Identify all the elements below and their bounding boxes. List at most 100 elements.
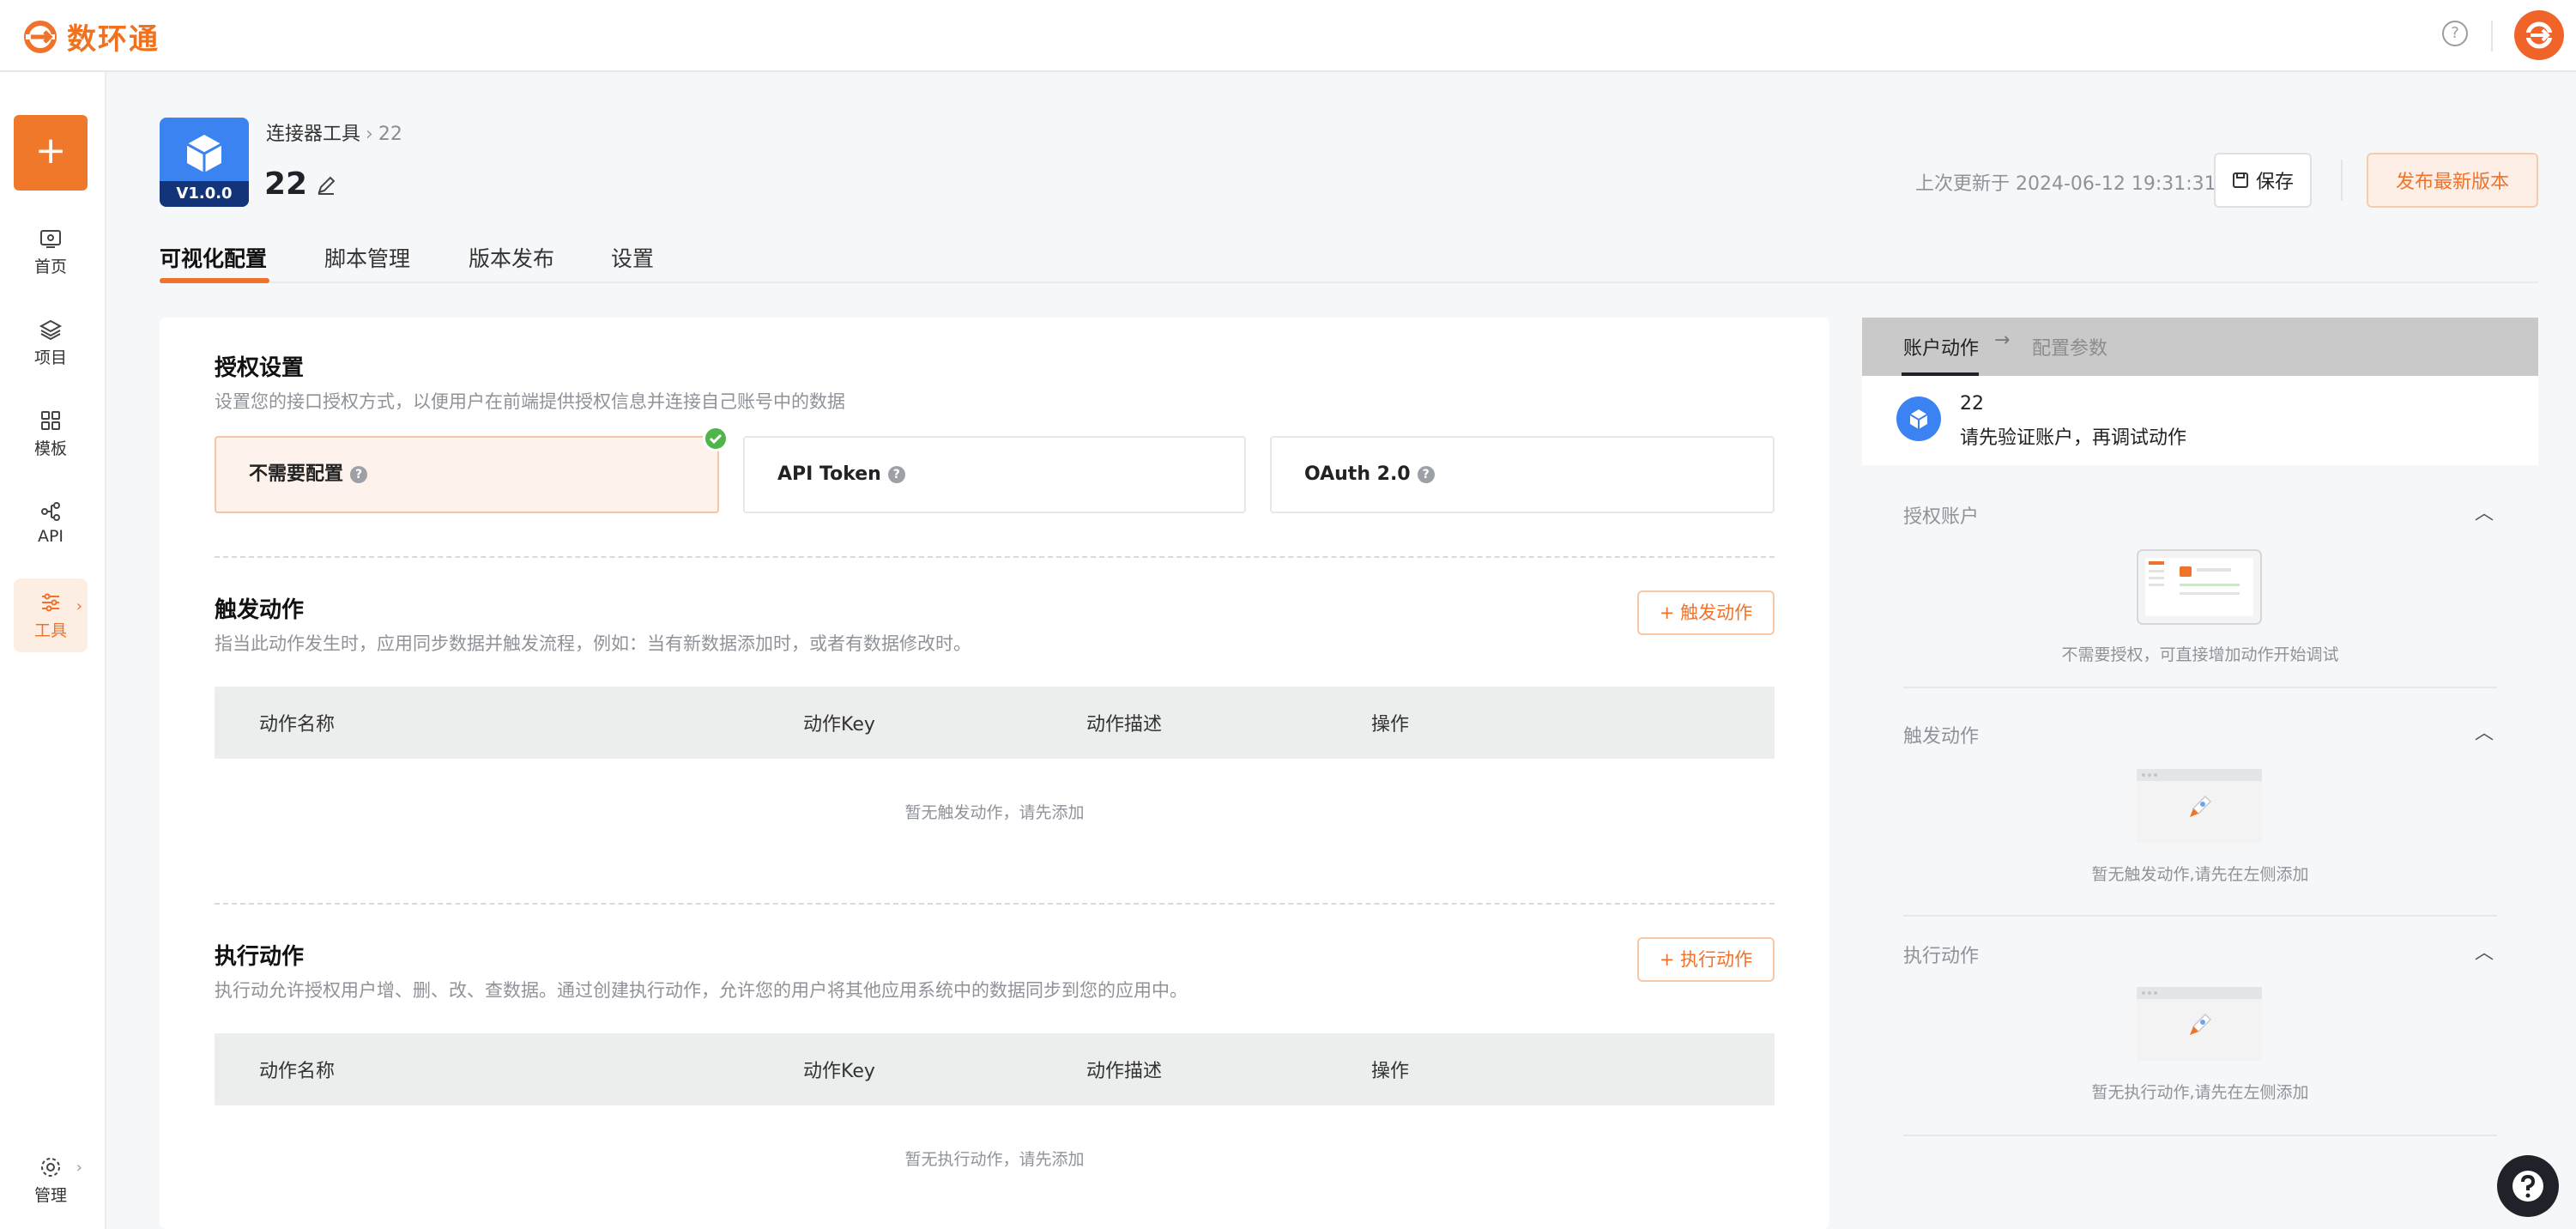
section-divider (1903, 915, 2497, 917)
auth-section-title: 授权设置 (215, 355, 305, 381)
sidebar-item-label: 模板 (33, 439, 67, 458)
gear-icon (41, 1158, 60, 1177)
trigger-panel-empty-text: 暂无触发动作,请先在左侧添加 (2091, 865, 2309, 884)
sidebar-item-templates[interactable]: 模板 (14, 397, 88, 470)
sidebar-item-label: 项目 (33, 348, 67, 367)
grid-icon (41, 411, 60, 430)
sidebar-item-label: API (37, 527, 64, 546)
sidebar-item-admin[interactable]: 管理 › (14, 1150, 88, 1219)
action-table-header: 动作名称 动作Key 动作描述 操作 (215, 1033, 1775, 1105)
trigger-section-desc: 指当此动作发生时，应用同步数据并触发流程，例如：当有新数据添加时，或者有数据修改… (215, 633, 971, 654)
section-divider (1903, 1135, 2497, 1136)
logo-text: 数环通 (67, 22, 160, 57)
auth-option-label: OAuth 2.0 (1304, 463, 1411, 485)
section-divider (215, 556, 1775, 558)
sidebar-item-label: 工具 (33, 621, 67, 640)
top-bar: 数环通 ? (0, 0, 2576, 72)
column-header: 操作 (1371, 1061, 1410, 1082)
column-header: 动作描述 (1086, 714, 1163, 736)
sidebar-item-label: 管理 (33, 1186, 67, 1205)
column-header: 动作描述 (1086, 1061, 1163, 1082)
action-section-title: 执行动作 (215, 944, 305, 970)
sidebar-item-api[interactable]: API (14, 487, 88, 561)
tab-visual-config[interactable]: 可视化配置 (160, 242, 267, 273)
add-action-button[interactable]: + 执行动作 (1637, 937, 1775, 982)
divider (2491, 21, 2493, 51)
arrow-right-icon: → (1994, 330, 2011, 351)
action-empty-text: 暂无执行动作，请先添加 (904, 1150, 1085, 1169)
rocket-illustration (2137, 769, 2262, 843)
column-header: 动作名称 (259, 1061, 336, 1082)
rocket-illustration (2137, 987, 2262, 1061)
auth-option-label: 不需要配置 (249, 463, 344, 485)
tab-config-params[interactable]: 配置参数 (2032, 333, 2107, 360)
breadcrumb-current: 22 (378, 124, 402, 145)
section-divider (1903, 687, 2497, 688)
chevron-right-icon: › (76, 1159, 82, 1177)
tab-bar: 可视化配置 脚本管理 版本发布 设置 (160, 240, 2538, 283)
page-title: 22 (264, 166, 308, 202)
avatar-logo-icon (2525, 21, 2553, 49)
edit-icon[interactable] (314, 173, 338, 197)
cube-icon (1909, 409, 1928, 429)
breadcrumb-separator: › (366, 124, 373, 145)
logo-icon (24, 20, 57, 53)
status-message: 请先验证账户，再调试动作 (1960, 427, 2187, 449)
sliders-icon (42, 593, 59, 612)
auth-option-api-token[interactable]: API Token? (743, 436, 1246, 513)
connector-avatar (1896, 397, 1941, 441)
help-icon[interactable]: ? (887, 466, 905, 483)
save-label: 保存 (2255, 172, 2294, 193)
debug-panel-tabs: 账户动作 → 配置参数 (1862, 318, 2538, 376)
add-trigger-button[interactable]: + 触发动作 (1637, 590, 1775, 635)
tab-script-management[interactable]: 脚本管理 (324, 242, 410, 273)
column-header: 操作 (1371, 714, 1410, 736)
active-tab-indicator (160, 278, 269, 283)
action-panel-empty-text: 暂无执行动作,请先在左侧添加 (2091, 1083, 2309, 1102)
section-title-trigger: 触发动作 (1903, 726, 1980, 748)
app-logo[interactable]: 数环通 (22, 15, 160, 58)
help-icon[interactable]: ? (2442, 21, 2468, 46)
chevron-up-icon[interactable]: ︿ (2475, 498, 2494, 525)
section-title-action: 执行动作 (1903, 946, 1980, 967)
column-header: 动作Key (803, 714, 875, 736)
chevron-up-icon[interactable]: ︿ (2475, 937, 2494, 965)
last-updated-text: 上次更新于 2024-06-12 19:31:31 (1915, 173, 2216, 195)
help-icon[interactable]: ? (1417, 466, 1435, 483)
sidebar-item-label: 首页 (33, 257, 67, 276)
sidebar-item-projects[interactable]: 项目 (14, 306, 88, 379)
cube-icon (186, 135, 222, 173)
trigger-table-header: 动作名称 动作Key 动作描述 操作 (215, 687, 1775, 759)
auth-section-desc: 设置您的接口授权方式，以便用户在前端提供授权信息并连接自己账号中的数据 (215, 391, 845, 412)
save-icon (2232, 173, 2248, 188)
connector-status-card: 22 请先验证账户，再调试动作 (1862, 376, 2538, 465)
version-badge: V1.0.0 (160, 181, 249, 207)
check-icon (703, 426, 729, 451)
publish-button[interactable]: 发布最新版本 (2367, 153, 2538, 208)
tab-settings[interactable]: 设置 (611, 242, 654, 273)
column-header: 动作名称 (259, 714, 336, 736)
help-chat-button[interactable] (2497, 1155, 2559, 1217)
section-title-auth-account: 授权账户 (1903, 506, 1980, 528)
breadcrumb-link[interactable]: 连接器工具 (266, 124, 360, 145)
auth-option-oauth[interactable]: OAuth 2.0? (1270, 436, 1775, 513)
breadcrumb: 连接器工具 › 22 (266, 118, 402, 146)
sidebar: + 首页 项目 模板 API 工具 › 管理 › (0, 72, 106, 1229)
create-button[interactable]: + (14, 115, 88, 191)
tab-account-actions[interactable]: 账户动作 (1903, 333, 1979, 360)
action-section-desc: 执行动允许授权用户增、删、改、查数据。通过创建执行动作，允许您的用户将其他应用系… (215, 980, 1188, 1001)
save-button[interactable]: 保存 (2214, 153, 2312, 208)
sidebar-item-home[interactable]: 首页 (14, 215, 88, 288)
connector-icon: V1.0.0 (160, 118, 249, 207)
question-icon (2513, 1171, 2543, 1202)
tab-version-release[interactable]: 版本发布 (469, 242, 554, 273)
sidebar-item-tools[interactable]: 工具 › (14, 578, 88, 652)
layers-icon (39, 319, 63, 341)
auth-illustration (2137, 549, 2262, 625)
auth-option-none[interactable]: 不需要配置? (215, 436, 719, 513)
chevron-up-icon[interactable]: ︿ (2475, 717, 2494, 745)
help-icon[interactable]: ? (350, 466, 368, 483)
column-header: 动作Key (803, 1061, 875, 1082)
avatar[interactable] (2514, 10, 2564, 60)
connector-name: 22 (1960, 393, 1984, 415)
